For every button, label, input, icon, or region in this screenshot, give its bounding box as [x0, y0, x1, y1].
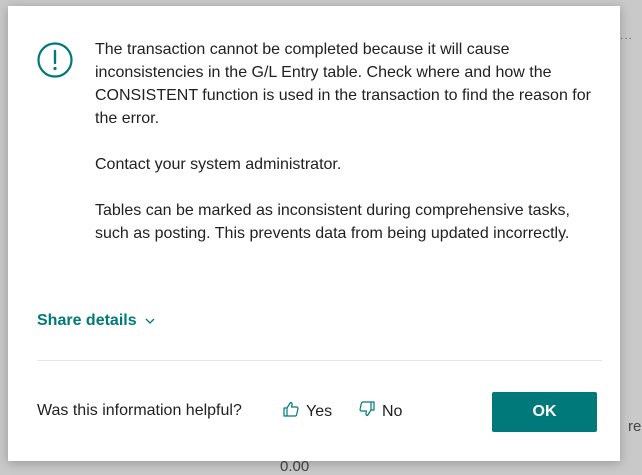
- error-message: The transaction cannot be completed beca…: [95, 38, 605, 268]
- feedback-no-label: No: [382, 402, 403, 420]
- feedback-yes-button[interactable]: Yes: [282, 400, 332, 423]
- thumbs-down-icon: [358, 400, 376, 423]
- background-dots: ···: [620, 33, 633, 44]
- feedback-yes-label: Yes: [306, 402, 333, 420]
- background-partial-text: re: [628, 418, 642, 435]
- message-paragraph: The transaction cannot be completed beca…: [95, 41, 591, 127]
- error-dialog: The transaction cannot be completed beca…: [8, 6, 620, 461]
- ok-button[interactable]: OK: [492, 392, 597, 432]
- share-details-link[interactable]: Share details: [37, 312, 155, 330]
- message-paragraph: Contact your system administrator.: [95, 156, 342, 173]
- divider: [37, 360, 602, 361]
- share-details-label: Share details: [37, 312, 137, 329]
- thumbs-up-icon: [282, 400, 300, 423]
- chevron-down-icon: [145, 312, 155, 330]
- message-paragraph: Tables can be marked as inconsistent dur…: [95, 202, 570, 242]
- feedback-no-button[interactable]: No: [358, 400, 402, 423]
- feedback-question: Was this information helpful?: [37, 402, 242, 419]
- exclamation-circle-icon: [36, 41, 74, 79]
